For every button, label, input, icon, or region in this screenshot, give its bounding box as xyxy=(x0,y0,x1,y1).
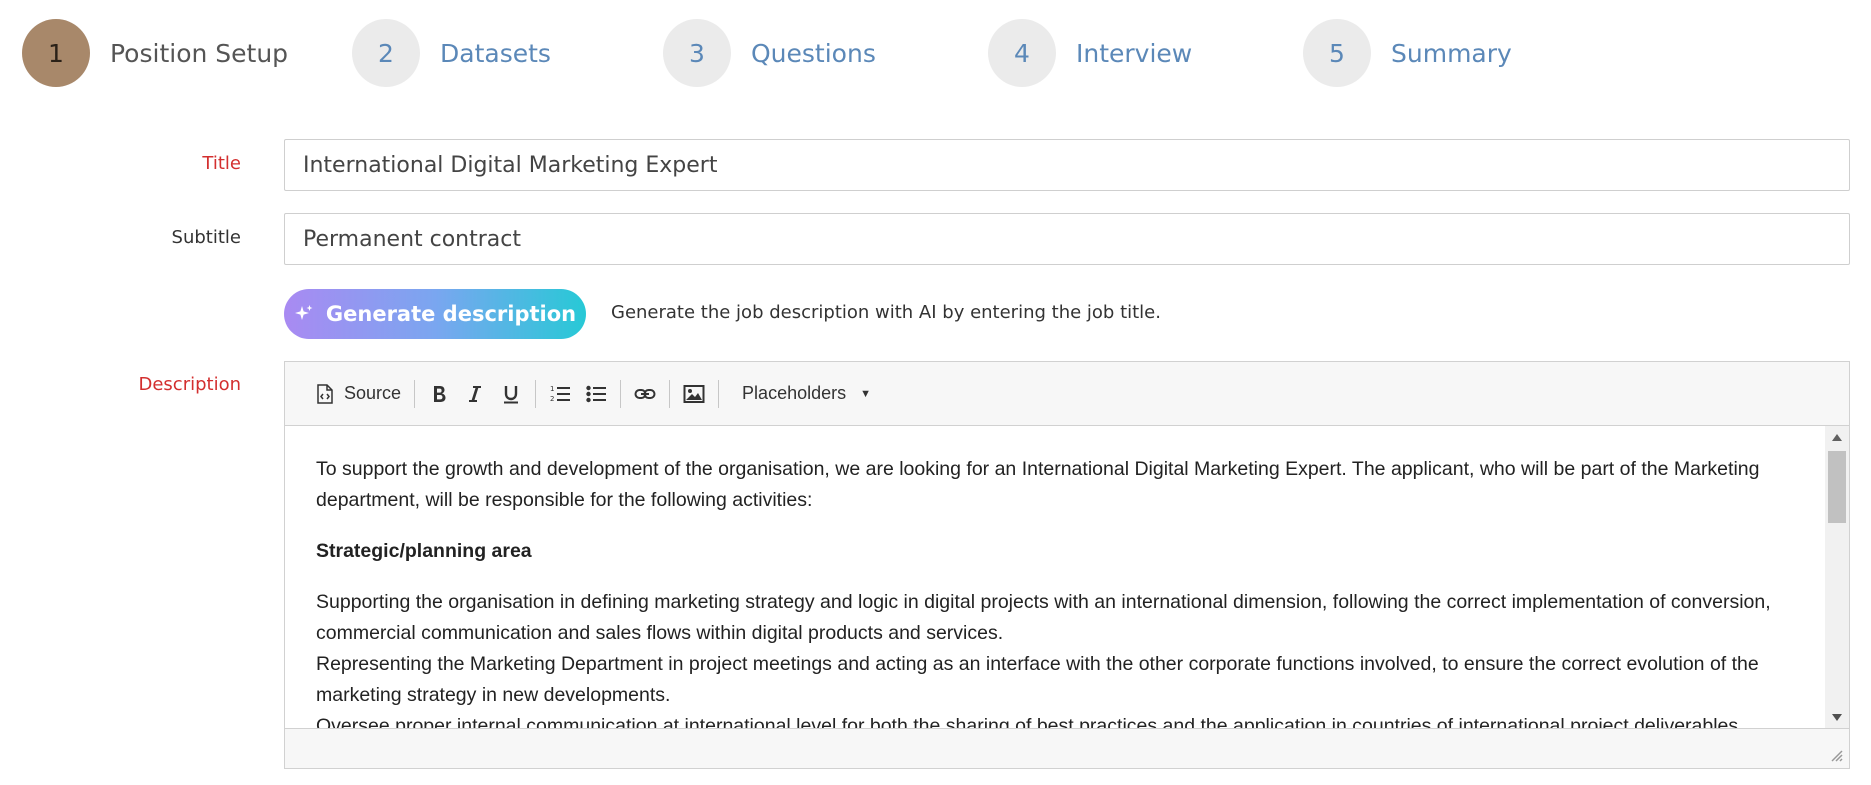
svg-text:1: 1 xyxy=(550,385,554,393)
bold-button[interactable] xyxy=(421,374,457,414)
description-label: Description xyxy=(138,374,241,395)
rich-text-editor: Source 1 2 Placeholders ▼ To support the… xyxy=(284,361,1850,769)
editor-toolbar: Source 1 2 Placeholders ▼ xyxy=(285,362,1849,426)
scroll-down-arrow-icon[interactable] xyxy=(1825,708,1849,726)
subtitle-label: Subtitle xyxy=(171,227,241,248)
generate-description-button[interactable]: Generate description xyxy=(284,289,586,339)
step-number: 2 xyxy=(352,19,420,87)
title-input[interactable] xyxy=(284,139,1850,191)
source-button[interactable]: Source xyxy=(307,374,408,414)
title-label: Title xyxy=(202,153,241,174)
step-number: 4 xyxy=(988,19,1056,87)
scroll-up-arrow-icon[interactable] xyxy=(1825,428,1849,446)
caret-down-icon: ▼ xyxy=(860,387,871,400)
list-item: Representing the Marketing Department in… xyxy=(316,653,1759,706)
image-button[interactable] xyxy=(676,374,712,414)
toolbar-separator xyxy=(620,379,622,408)
numbered-list-icon: 1 2 xyxy=(550,385,571,403)
svg-text:2: 2 xyxy=(550,395,554,403)
step-position-setup[interactable]: 1 Position Setup xyxy=(22,18,288,88)
scrollbar-thumb[interactable] xyxy=(1828,451,1846,523)
subtitle-input[interactable] xyxy=(284,213,1850,265)
bulleted-list-button[interactable] xyxy=(578,374,614,414)
step-number: 5 xyxy=(1303,19,1371,87)
italic-icon xyxy=(469,385,482,402)
step-label: Interview xyxy=(1076,38,1193,68)
wizard-stepper: 1 Position Setup 2 Datasets 3 Questions … xyxy=(22,18,1852,90)
step-number: 3 xyxy=(663,19,731,87)
step-questions[interactable]: 3 Questions xyxy=(663,18,876,88)
placeholders-label: Placeholders xyxy=(742,383,847,403)
underline-button[interactable] xyxy=(493,374,529,414)
placeholders-dropdown[interactable]: Placeholders ▼ xyxy=(735,374,878,414)
image-icon xyxy=(683,384,705,403)
step-interview[interactable]: 4 Interview xyxy=(988,18,1192,88)
source-icon xyxy=(317,383,333,404)
step-number: 1 xyxy=(22,19,90,87)
generate-button-label: Generate description xyxy=(325,302,577,326)
section-heading: Strategic/planning area xyxy=(316,540,532,562)
source-label: Source xyxy=(344,383,402,403)
toolbar-separator xyxy=(535,379,537,408)
list-item: Supporting the organisation in defining … xyxy=(316,591,1771,644)
editor-scrollbar[interactable] xyxy=(1825,426,1849,728)
sparkle-icon xyxy=(294,305,313,320)
resize-grip-icon[interactable] xyxy=(1829,748,1843,762)
step-label: Questions xyxy=(751,38,876,68)
generate-hint-text: Generate the job description with AI by … xyxy=(611,302,1161,323)
step-label: Summary xyxy=(1391,38,1512,68)
toolbar-separator xyxy=(669,379,671,408)
bold-icon xyxy=(434,385,446,402)
step-label: Datasets xyxy=(440,38,551,68)
link-button[interactable] xyxy=(627,374,663,414)
list-item: Oversee proper internal communication at… xyxy=(316,715,1744,728)
toolbar-separator xyxy=(414,379,416,408)
intro-paragraph: To support the growth and development of… xyxy=(316,458,1760,511)
italic-button[interactable] xyxy=(457,374,493,414)
link-icon xyxy=(634,388,656,399)
bulleted-list-icon xyxy=(586,385,607,402)
underline-icon xyxy=(504,385,519,403)
step-summary[interactable]: 5 Summary xyxy=(1303,18,1512,88)
editor-content[interactable]: To support the growth and development of… xyxy=(285,426,1849,728)
toolbar-separator xyxy=(718,379,720,408)
editor-footer xyxy=(285,728,1849,768)
step-datasets[interactable]: 2 Datasets xyxy=(352,18,551,88)
step-label: Position Setup xyxy=(110,38,289,68)
numbered-list-button[interactable]: 1 2 xyxy=(542,374,578,414)
